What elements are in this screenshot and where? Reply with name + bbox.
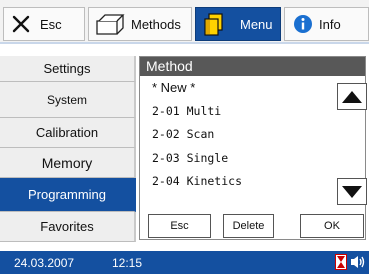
sidebar-item-calibration[interactable]: Calibration [0,118,136,148]
list-item-method[interactable]: 2-02 Scan [152,127,214,141]
hourglass-icon [335,254,347,270]
panel-title: Method [140,57,365,76]
info-icon [293,14,313,34]
methods-tab[interactable]: Methods [88,7,192,41]
status-date: 24.03.2007 [14,256,75,270]
sidebar-item-label: Programming [27,187,107,202]
status-time: 12:15 [112,256,143,270]
sidebar-item-favorites[interactable]: Favorites [0,212,136,242]
sidebar-item-label: Settings [43,61,91,76]
info-tab-label: Info [319,16,341,32]
triangle-down-icon [342,185,362,198]
sidebar-item-label: System [46,92,87,107]
sidebar-item-label: Calibration [35,125,99,140]
sidebar-item-label: Memory [41,154,93,171]
list-item-new-method[interactable]: * New * [152,80,195,95]
close-x-icon [12,15,30,33]
list-item-method[interactable]: 2-04 Kinetics [152,174,242,188]
menu-folder-icon [202,11,228,37]
methods-tab-label: Methods [131,16,181,32]
esc-tab-label: Esc [40,16,62,32]
status-bar: 24.03.2007 12:15 [0,251,369,274]
esc-tab[interactable]: Esc [3,7,85,41]
sidebar-item-system[interactable]: System [0,82,136,118]
list-item-method[interactable]: 2-01 Multi [152,104,221,118]
ok-button[interactable]: OK [300,214,364,238]
scroll-up-button[interactable] [337,83,367,110]
menu-tab-label: Menu [240,16,273,32]
sidebar-item-label: Favorites [40,219,94,234]
scroll-down-button[interactable] [337,178,367,205]
esc-button[interactable]: Esc [148,214,211,238]
delete-button[interactable]: Delete [223,214,274,238]
sidebar-item-programming[interactable]: Programming [0,178,136,212]
folder-icon [95,12,125,36]
info-tab[interactable]: Info [284,7,369,41]
speaker-icon [350,255,366,269]
list-item-method[interactable]: 2-03 Single [152,151,228,165]
sidebar-item-settings[interactable]: Settings [0,56,136,82]
triangle-up-icon [342,90,362,103]
menu-tab[interactable]: Menu [195,7,281,41]
sidebar-item-memory[interactable]: Memory [0,148,136,178]
